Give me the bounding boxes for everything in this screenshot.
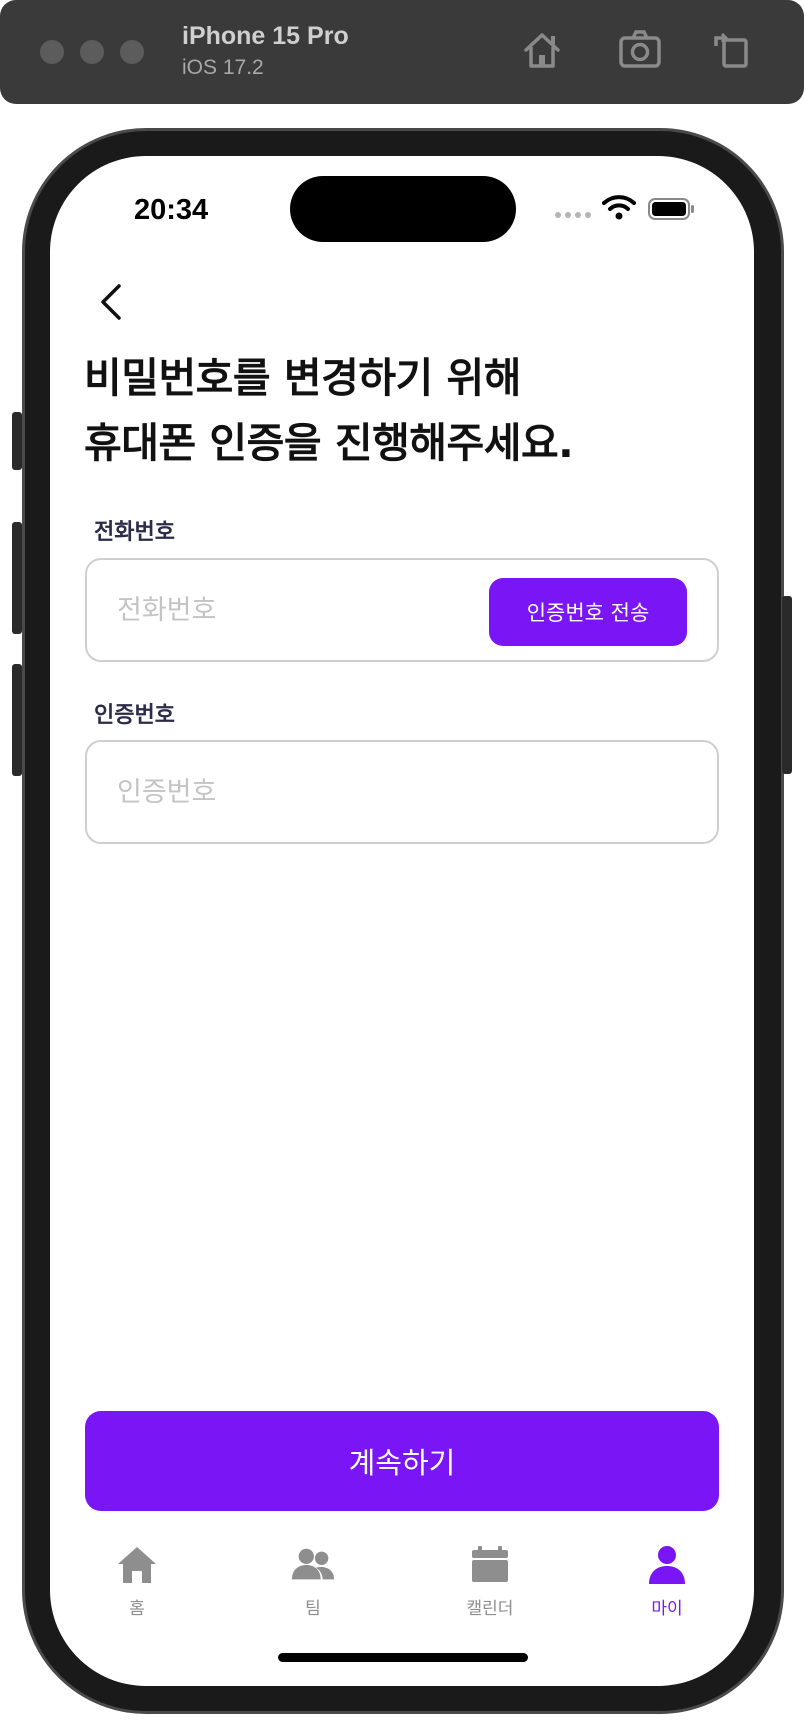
simulator-title-bar: iPhone 15 Pro iOS 17.2	[0, 0, 804, 104]
send-code-button[interactable]: 인증번호 전송	[489, 578, 687, 646]
dynamic-island	[290, 176, 516, 242]
tab-team[interactable]: 팀	[253, 1542, 373, 1632]
phone-field-label: 전화번호	[94, 520, 175, 545]
cellular-dots-icon	[555, 212, 591, 218]
tab-my[interactable]: 마이	[607, 1542, 727, 1632]
phone-number-input[interactable]	[117, 560, 477, 660]
code-field-container	[85, 740, 719, 844]
page-title: 비밀번호를 변경하기 위해 휴대폰 인증을 진행해주세요.	[84, 346, 704, 476]
page-title-line-2: 휴대폰 인증을 진행해주세요.	[84, 419, 574, 467]
tab-home-label: 홈	[129, 1599, 145, 1619]
back-button[interactable]	[88, 278, 136, 326]
tab-team-label: 팀	[305, 1599, 321, 1619]
volume-down-button	[12, 664, 22, 776]
screenshot-icon[interactable]	[616, 26, 664, 74]
person-icon	[644, 1542, 690, 1588]
people-icon	[290, 1542, 336, 1588]
tab-bar: 홈 팀 캘린더 마이	[50, 1528, 754, 1638]
verification-code-input[interactable]	[117, 742, 477, 842]
tab-calendar[interactable]: 캘린더	[430, 1542, 550, 1632]
window-zoom-button[interactable]	[120, 40, 144, 64]
volume-up-button	[12, 522, 22, 634]
device-name: iPhone 15 Pro	[182, 22, 349, 50]
window-close-button[interactable]	[40, 40, 64, 64]
calendar-icon	[467, 1542, 513, 1588]
phone-screen: 20:34 비밀번호를 변경하기 위해 휴대폰 인증을 진행해주세요. 전화번호…	[50, 156, 754, 1686]
house-icon	[114, 1542, 160, 1588]
action-button	[12, 412, 22, 470]
home-indicator[interactable]	[278, 1653, 528, 1662]
power-button	[782, 596, 792, 774]
window-minimize-button[interactable]	[80, 40, 104, 64]
tab-home[interactable]: 홈	[77, 1542, 197, 1632]
tab-my-label: 마이	[651, 1599, 683, 1619]
os-version: iOS 17.2	[182, 56, 264, 79]
wifi-icon	[602, 194, 636, 220]
code-field-label: 인증번호	[94, 703, 175, 728]
chevron-left-icon	[101, 284, 121, 320]
status-time: 20:34	[134, 194, 209, 226]
tab-calendar-label: 캘린더	[466, 1599, 514, 1619]
home-icon[interactable]	[518, 26, 566, 74]
page-title-line-1: 비밀번호를 변경하기 위해	[84, 354, 521, 402]
battery-icon	[648, 198, 696, 220]
continue-button[interactable]: 계속하기	[85, 1411, 719, 1511]
phone-field-container: 인증번호 전송	[85, 558, 719, 662]
rotate-icon[interactable]	[708, 26, 756, 74]
